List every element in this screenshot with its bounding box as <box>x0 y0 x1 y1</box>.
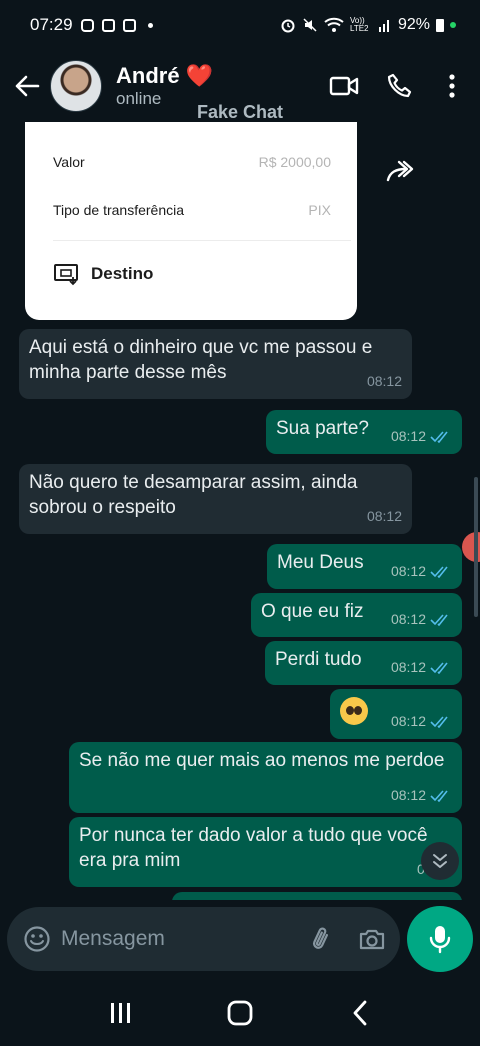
voice-message-button[interactable] <box>407 906 473 972</box>
recent-apps-button[interactable] <box>90 988 150 1038</box>
receipt-value: PIX <box>308 202 331 218</box>
message-text: Meu Deus <box>277 552 364 573</box>
home-icon <box>227 1000 253 1026</box>
message-bubble-incoming[interactable]: Aqui está o dinheiro que vc me passou e … <box>19 329 412 399</box>
recent-apps-icon <box>111 1003 130 1023</box>
receipt-destination-label: Destino <box>91 264 154 283</box>
wifi-icon <box>324 17 344 32</box>
message-text: O que eu fiz <box>261 601 364 622</box>
status-bar: 07:29 Vo)) LTE2 92% <box>0 0 480 50</box>
chat-area[interactable]: Valor R$ 2000,00 Tipo de transferência P… <box>0 122 480 900</box>
message-text: Não quero te desamparar assim, ainda sob… <box>29 472 358 518</box>
back-nav-button[interactable] <box>330 988 390 1038</box>
message-time: 08:12 <box>390 563 426 579</box>
system-nav-bar <box>0 980 480 1046</box>
attach-icon[interactable] <box>308 925 336 953</box>
read-ticks-icon <box>430 430 448 443</box>
receipt-row-amount: Valor R$ 2000,00 <box>53 154 331 170</box>
emoji-icon[interactable] <box>23 925 51 953</box>
message-time: 08:12 <box>366 508 402 524</box>
alarm-icon <box>281 19 295 33</box>
message-text: Se não me quer mais ao menos me perdoe <box>79 750 445 771</box>
message-meta: 08:12 <box>391 709 452 734</box>
receipt-label: Tipo de transferência <box>53 202 184 218</box>
transfer-receipt-card[interactable]: Valor R$ 2000,00 Tipo de transferência P… <box>25 122 357 320</box>
signal-icon <box>378 20 389 32</box>
scroll-to-bottom-button[interactable] <box>421 842 459 880</box>
message-meta: 08:12 <box>391 655 452 680</box>
read-ticks-icon <box>430 661 448 674</box>
microphone-icon <box>429 926 451 954</box>
message-bubble-outgoing[interactable]: Sua parte? 08:12 <box>266 410 462 454</box>
message-time: 08:12 <box>390 713 426 729</box>
message-bubble-incoming[interactable]: Não quero te desamparar assim, ainda sob… <box>19 464 412 534</box>
mute-icon <box>303 18 317 32</box>
privacy-indicator-icon <box>450 22 456 28</box>
instagram-icon <box>80 18 94 32</box>
message-text: Perdi tudo <box>275 649 362 670</box>
network-label: Vo)) LTE2 <box>349 16 369 33</box>
message-composer: Mensagem <box>7 907 400 971</box>
home-button[interactable] <box>210 988 270 1038</box>
message-bubble-outgoing[interactable]: Se não me quer mais ao menos me perdoe 0… <box>69 742 462 813</box>
forward-icon <box>386 160 414 182</box>
read-ticks-icon <box>430 789 448 802</box>
phone-icon <box>387 73 412 98</box>
message-input[interactable]: Mensagem <box>61 927 308 951</box>
message-bubble-outgoing[interactable]: 08:12 <box>330 689 462 739</box>
message-bubble-outgoing[interactable]: Perdi tudo 08:12 <box>265 641 462 685</box>
read-ticks-icon <box>430 715 448 728</box>
receipt-row-type: Tipo de transferência PIX <box>53 202 331 218</box>
message-meta: 08:12 <box>391 607 452 632</box>
message-text: Por nunca ter dado valor a tudo que você… <box>79 825 428 871</box>
forward-button[interactable] <box>384 158 414 189</box>
read-ticks-icon <box>430 565 448 578</box>
video-camera-icon <box>329 76 359 96</box>
battery-percent: 92% <box>397 16 430 33</box>
contact-name: André ❤️ <box>116 63 214 88</box>
message-meta: 08:12 <box>391 559 452 584</box>
bank-screen-icon <box>54 264 78 286</box>
message-time: 08:12 <box>366 373 402 389</box>
message-text: Sua parte? <box>276 418 369 439</box>
message-meta: 08:12 <box>391 424 452 449</box>
message-time: 08:12 <box>390 659 426 675</box>
more-vert-icon <box>449 74 455 98</box>
pleading-face-emoji <box>340 697 368 725</box>
camera-icon[interactable] <box>358 926 386 952</box>
read-ticks-icon <box>430 613 448 626</box>
message-meta: 08:12 <box>367 504 402 529</box>
gallery-icon <box>122 18 136 32</box>
message-meta: 08:12 <box>391 783 452 808</box>
message-bubble-outgoing[interactable]: O que eu fiz 08:12 <box>251 593 462 637</box>
message-time: 08:12 <box>390 611 426 627</box>
message-bubble-outgoing[interactable]: Por nunca ter dado valor a tudo que você… <box>69 817 462 887</box>
message-text: Aqui está o dinheiro que vc me passou e … <box>29 337 373 383</box>
more-notifications-icon <box>147 22 153 28</box>
divider <box>53 240 351 241</box>
receipt-label: Valor <box>53 154 85 170</box>
watermark-text: Fake Chat <box>196 102 284 122</box>
message-time: 08:12 <box>390 787 426 803</box>
receipt-value: R$ 2000,00 <box>258 154 331 170</box>
arrow-left-icon <box>15 75 40 97</box>
scrollbar[interactable] <box>474 477 478 617</box>
double-chevron-down-icon <box>433 854 447 868</box>
receipt-destination: Destino <box>53 262 153 286</box>
message-time: 08:12 <box>390 428 426 444</box>
message-meta: 08:12 <box>367 369 402 394</box>
message-bubble-outgoing-partial[interactable] <box>172 892 462 900</box>
battery-icon <box>436 18 444 32</box>
chevron-left-icon <box>353 1000 367 1026</box>
video-icon <box>101 18 115 32</box>
status-time: 07:29 <box>30 15 73 34</box>
message-bubble-outgoing[interactable]: Meu Deus 08:12 <box>267 544 462 589</box>
